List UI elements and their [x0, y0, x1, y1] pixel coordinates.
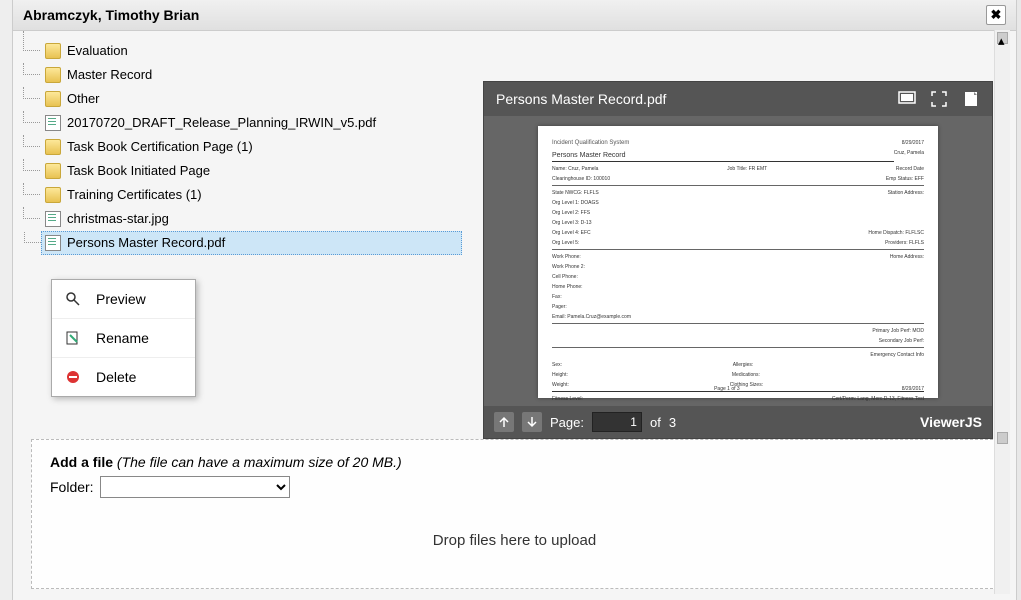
context-delete[interactable]: Delete [52, 358, 195, 396]
main-area: Evaluation Master Record Other 20170720_… [13, 31, 1016, 431]
tree-label: Task Book Certification Page (1) [67, 138, 253, 156]
file-icon [45, 115, 61, 131]
folder-icon [45, 187, 61, 203]
drop-zone-text[interactable]: Drop files here to upload [50, 532, 979, 549]
next-page-button[interactable] [522, 412, 542, 432]
scroll-up-button[interactable]: ▴ [997, 32, 1008, 44]
presentation-icon[interactable] [898, 90, 916, 108]
folder-select[interactable] [100, 476, 290, 498]
download-icon[interactable] [962, 90, 980, 108]
upload-section: Add a file (The file can have a maximum … [31, 439, 998, 589]
tree-item-initiated-page[interactable]: Task Book Initiated Page [41, 159, 462, 183]
context-rename[interactable]: Rename [52, 319, 195, 358]
viewer-header-icons [898, 90, 980, 108]
viewer-header: Persons Master Record.pdf [484, 82, 992, 116]
scrollbar[interactable]: ▴ [994, 30, 1010, 594]
tree-item-persons-master[interactable]: Persons Master Record.pdf [41, 231, 462, 255]
doc-heading: Persons Master Record [552, 152, 894, 162]
tree-label: Other [67, 90, 100, 108]
viewer-footer: Page: of 3 ViewerJS [484, 406, 992, 438]
file-tree: Evaluation Master Record Other 20170720_… [13, 31, 468, 431]
background-strip [0, 0, 12, 600]
tree-item-other[interactable]: Other [41, 87, 462, 111]
prev-page-button[interactable] [494, 412, 514, 432]
tree-item-release-pdf[interactable]: 20170720_DRAFT_Release_Planning_IRWIN_v5… [41, 111, 462, 135]
context-label: Preview [96, 291, 146, 307]
upload-title-note: (The file can have a maximum size of 20 … [117, 454, 402, 470]
upload-title: Add a file (The file can have a maximum … [50, 454, 979, 470]
magnifier-icon [64, 290, 82, 308]
close-icon: ✖ [991, 7, 1002, 23]
total-pages: 3 [669, 415, 676, 430]
viewer-brand: ViewerJS [920, 414, 982, 430]
folder-icon [45, 163, 61, 179]
page-sep: of [650, 415, 661, 430]
fullscreen-icon[interactable] [930, 90, 948, 108]
tree-label: christmas-star.jpg [67, 210, 169, 228]
context-label: Rename [96, 330, 149, 346]
context-menu: Preview Rename Delete [51, 279, 196, 397]
edit-icon [64, 329, 82, 347]
tree-label: Task Book Initiated Page [67, 162, 210, 180]
context-preview[interactable]: Preview [52, 280, 195, 319]
pdf-viewer: Persons Master Record.pdf Incid [483, 81, 993, 439]
tree-label: Master Record [67, 66, 152, 84]
doc-page-footer: Page 1 of 3 [714, 386, 740, 392]
folder-icon [45, 139, 61, 155]
tree-item-training-certs[interactable]: Training Certificates (1) [41, 183, 462, 207]
document-area[interactable]: Incident Qualification System 8/29/2017 … [484, 116, 992, 406]
dialog: Abramczyk, Timothy Brian ✖ Evaluation Ma… [12, 0, 1017, 600]
folder-icon [45, 91, 61, 107]
dialog-header: Abramczyk, Timothy Brian ✖ [13, 0, 1016, 31]
folder-label: Folder: [50, 479, 94, 495]
folder-icon [45, 67, 61, 83]
page-label: Page: [550, 415, 584, 430]
tree-label: Training Certificates (1) [67, 186, 202, 204]
tree-item-cert-page[interactable]: Task Book Certification Page (1) [41, 135, 462, 159]
context-label: Delete [96, 369, 136, 385]
tree-item-christmas-star[interactable]: christmas-star.jpg [41, 207, 462, 231]
page-input[interactable] [592, 412, 642, 432]
file-icon [45, 235, 61, 251]
upload-title-bold: Add a file [50, 454, 113, 470]
doc-system: Incident Qualification System [552, 140, 629, 146]
viewer-title: Persons Master Record.pdf [496, 91, 666, 107]
doc-date: 8/29/2017 [902, 140, 924, 146]
close-button[interactable]: ✖ [986, 5, 1006, 25]
document-page: Incident Qualification System 8/29/2017 … [538, 126, 938, 398]
tree-label: Persons Master Record.pdf [67, 234, 225, 252]
doc-date-br: 8/29/2017 [902, 386, 924, 392]
doc-name-tr: Cruz, Pamela [894, 150, 924, 162]
tree-label: 20170720_DRAFT_Release_Planning_IRWIN_v5… [67, 114, 376, 132]
delete-icon [64, 368, 82, 386]
tree-item-evaluation[interactable]: Evaluation [41, 39, 462, 63]
dialog-title: Abramczyk, Timothy Brian [23, 7, 199, 23]
scroll-thumb[interactable] [997, 432, 1008, 444]
file-icon [45, 211, 61, 227]
tree-item-master-record[interactable]: Master Record [41, 63, 462, 87]
folder-icon [45, 43, 61, 59]
tree-label: Evaluation [67, 42, 128, 60]
